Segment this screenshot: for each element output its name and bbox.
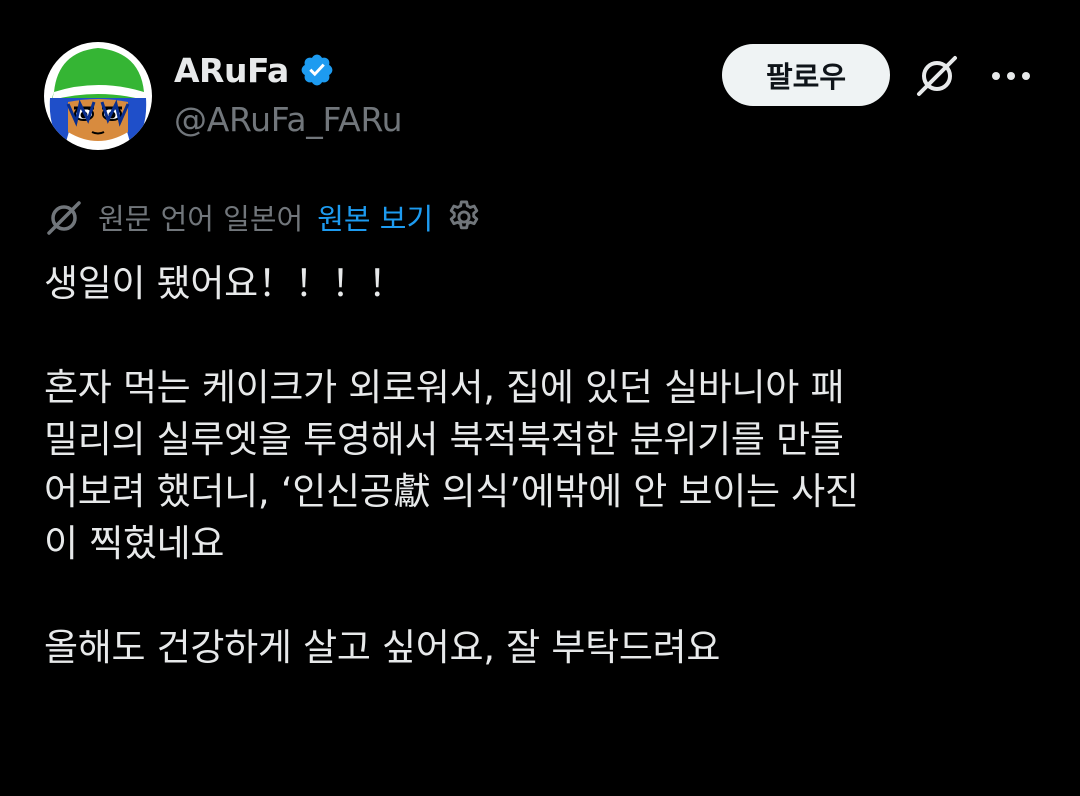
- tweet-line: 올해도 건강하게 살고 싶어요, 잘 부탁드려요: [44, 626, 721, 669]
- gear-icon[interactable]: [445, 198, 483, 236]
- more-button[interactable]: [986, 56, 1036, 96]
- tweet-line: 밀리의 실루엣을 투영해서 북적북적한 분위기를 만들: [44, 418, 844, 461]
- grok-icon: [917, 56, 957, 96]
- display-name[interactable]: ARuFa: [174, 51, 289, 90]
- translate-icon: [47, 201, 81, 235]
- verified-badge-icon: [301, 54, 333, 86]
- tweet-line: 혼자 먹는 케이크가 외로워서, 집에 있던 실바니아 패: [44, 366, 845, 409]
- translation-bar: 원문 언어 일본어 원본 보기: [44, 194, 483, 240]
- avatar-cartoon-face-icon: [44, 42, 152, 150]
- translation-note: 원문 언어 일본어: [98, 202, 304, 236]
- grok-button[interactable]: [912, 50, 962, 100]
- tweet-line: 어보려 했더니, ‘인신공獻 의식’에밖에 안 보이는 사진: [44, 470, 859, 513]
- more-dots-icon: [992, 72, 1030, 80]
- tweet-line: 이 찍혔네요: [44, 522, 225, 565]
- avatar[interactable]: [44, 42, 152, 150]
- show-original-link[interactable]: 원본 보기: [317, 196, 433, 238]
- tweet-text: 생일이 됐어요！！！！ 혼자 먹는 케이크가 외로워서, 집에 있던 실바니아 …: [44, 258, 1044, 674]
- tweet-header: ARuFa @ARuFa_FARu 팔로우: [0, 0, 1080, 160]
- handle[interactable]: @ARuFa_FARu: [174, 100, 403, 139]
- follow-button[interactable]: 팔로우: [722, 44, 890, 106]
- tweet-line: 생일이 됐어요！！！！: [44, 262, 405, 305]
- display-name-row[interactable]: ARuFa: [174, 50, 335, 90]
